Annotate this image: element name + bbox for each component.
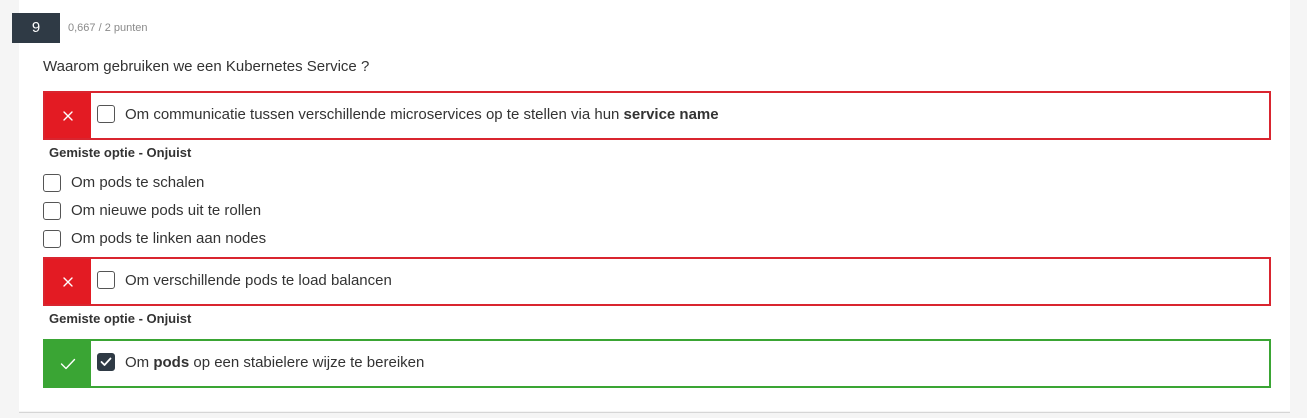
option-4-checkbox[interactable] <box>43 230 61 248</box>
option-5-label: Om verschillende pods te load balancen <box>125 272 392 289</box>
option-3-label: Om nieuwe pods uit te rollen <box>71 202 262 219</box>
question-number: 9 <box>12 13 60 43</box>
question-score: 0,667 / 2 punten <box>68 22 148 34</box>
wrong-status-marker <box>45 259 91 304</box>
option-6-correct: Om pods op een stabielere wijze te berei… <box>43 339 1271 388</box>
option-2-label: Om pods te schalen <box>71 174 205 191</box>
option-3-checkbox[interactable] <box>43 202 61 220</box>
option-1-label: Om communicatie tussen verschillende mic… <box>125 106 719 123</box>
option-5-wrong: Om verschillende pods te load balancen <box>43 257 1271 306</box>
correct-status-marker <box>45 341 91 386</box>
divider <box>19 412 1290 413</box>
option-1-feedback: Gemiste optie - Onjuist <box>49 145 192 160</box>
option-2-checkbox[interactable] <box>43 174 61 192</box>
option-5-checkbox[interactable] <box>97 271 115 289</box>
option-6-checkbox[interactable] <box>97 353 115 371</box>
cross-icon <box>63 110 73 121</box>
option-5-feedback: Gemiste optie - Onjuist <box>49 311 192 326</box>
option-4-label: Om pods te linken aan nodes <box>71 230 267 247</box>
question-text: Waarom gebruiken we een Kubernetes Servi… <box>43 58 370 75</box>
check-icon <box>60 358 76 369</box>
wrong-status-marker <box>45 93 91 138</box>
option-1-checkbox[interactable] <box>97 105 115 123</box>
option-6-label: Om pods op een stabielere wijze te berei… <box>125 354 425 371</box>
checkmark-icon <box>100 357 112 366</box>
option-1-wrong: Om communicatie tussen verschillende mic… <box>43 91 1271 140</box>
cross-icon <box>63 276 73 287</box>
